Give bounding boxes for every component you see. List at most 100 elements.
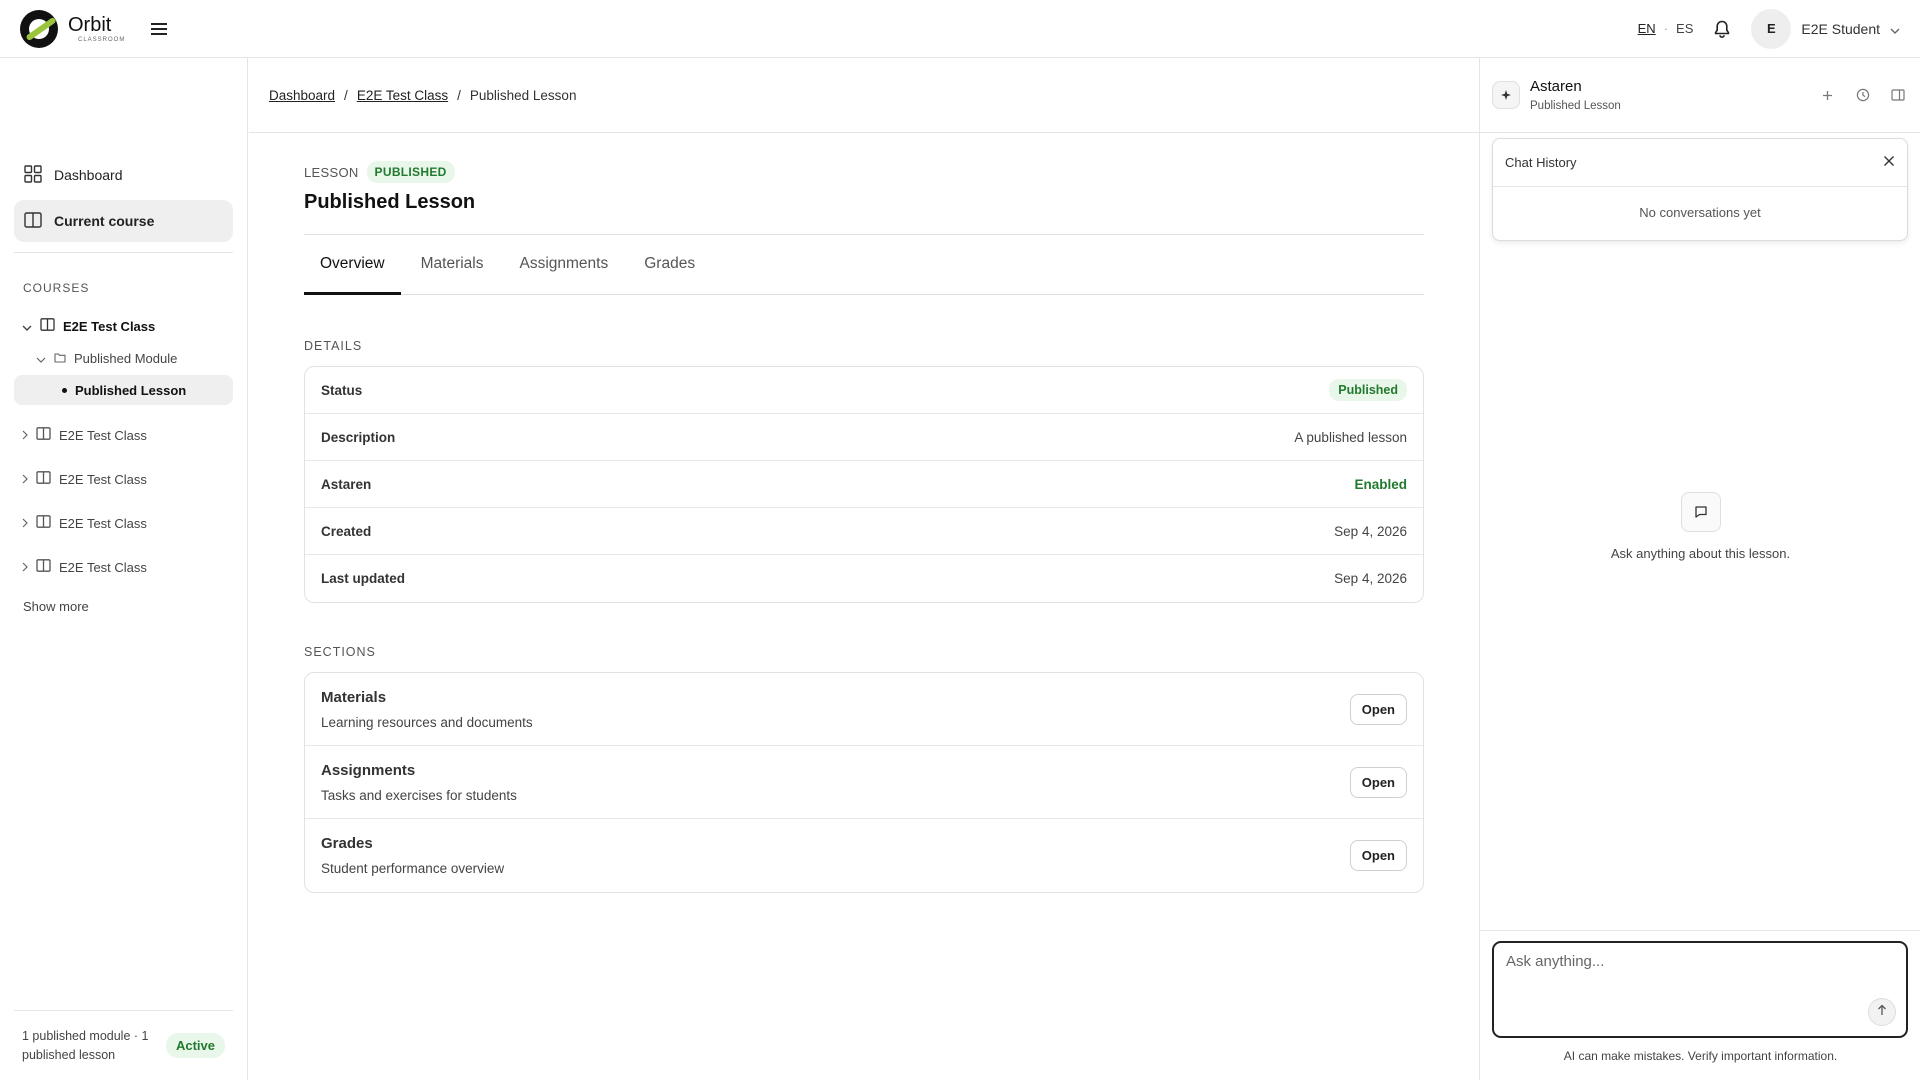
course-tree-item-open[interactable]: E2E Test Class (14, 309, 233, 343)
details-heading: DETAILS (304, 339, 363, 353)
sections-card: Materials Learning resources and documen… (304, 672, 1424, 893)
assistant-empty-prompt: Ask anything about this lesson. (1610, 546, 1791, 561)
course-tree-item[interactable]: E2E Test Class (14, 413, 233, 457)
status-badge: PUBLISHED (366, 161, 455, 183)
chat-history-title: Chat History (1505, 155, 1577, 170)
brand-text: Orbit CLASSROOM (68, 15, 125, 43)
detail-row-status: Status Published (305, 367, 1423, 414)
chat-bubble-icon (1680, 492, 1721, 532)
book-icon (36, 559, 51, 575)
book-icon (36, 427, 51, 443)
tab-assignments[interactable]: Assignments (504, 255, 625, 295)
tab-overview[interactable]: Overview (304, 255, 401, 295)
sidebar-divider (14, 252, 233, 253)
user-name: E2E Student (1801, 20, 1880, 37)
chevron-down-icon[interactable] (22, 319, 32, 334)
user-menu[interactable]: E E2E Student (1751, 8, 1900, 49)
lesson-tabs: Overview Materials Assignments Grades (304, 255, 1424, 295)
history-icon[interactable] (1852, 85, 1873, 106)
sections-heading: SECTIONS (304, 645, 376, 659)
assistant-titles: Astaren Published Lesson (1530, 78, 1621, 112)
section-row-grades: Grades Student performance overview Open (305, 819, 1423, 892)
sparkle-icon (1492, 81, 1520, 109)
lesson-name: Published Lesson (75, 382, 187, 398)
detail-key: Astaren (321, 476, 372, 492)
sidebar-item-label: Current course (54, 213, 155, 229)
close-icon[interactable] (1883, 155, 1895, 170)
tab-grades[interactable]: Grades (628, 255, 711, 295)
chat-input[interactable] (1494, 943, 1906, 1036)
chevron-right-icon[interactable] (22, 560, 28, 575)
send-button[interactable] (1868, 998, 1896, 1026)
page-title: Published Lesson (304, 191, 476, 213)
book-icon (40, 318, 55, 334)
module-tree-item[interactable]: Published Module (14, 343, 233, 373)
hamburger-menu-icon[interactable] (147, 17, 171, 41)
main-content: Dashboard / E2E Test Class / Published L… (249, 58, 1479, 1080)
breadcrumb-course[interactable]: E2E Test Class (357, 88, 448, 103)
tab-materials[interactable]: Materials (405, 255, 500, 295)
brand-name: Orbit (68, 13, 112, 36)
dashboard-grid-icon (24, 164, 42, 186)
chevron-right-icon[interactable] (22, 428, 28, 443)
assistant-empty-state: Ask anything about this lesson. (1480, 492, 1920, 561)
detail-row-created: Created Sep 4, 2026 (305, 508, 1423, 555)
breadcrumb-separator: / (457, 87, 461, 103)
courses-heading: COURSES (23, 281, 90, 295)
section-description: Learning resources and documents (321, 714, 533, 730)
plus-icon[interactable] (1817, 85, 1838, 106)
section-description: Student performance overview (321, 861, 505, 876)
course-name: E2E Test Class (59, 559, 147, 575)
bell-icon[interactable] (1711, 18, 1733, 40)
top-bar: Orbit CLASSROOM EN · ES E E2E Student (0, 0, 1920, 58)
detail-key: Status (321, 382, 363, 398)
chevron-down-icon (1890, 21, 1900, 37)
sidebar-item-dashboard[interactable]: Dashboard (14, 154, 233, 196)
lesson-content: LESSON PUBLISHED Published Lesson Overvi… (249, 133, 1424, 893)
detail-key: Created (321, 523, 372, 539)
breadcrumb-current: Published Lesson (469, 87, 577, 103)
book-icon (36, 471, 51, 487)
course-summary: 1 published module · 1 published lesson (22, 1028, 149, 1062)
open-grades-button[interactable]: Open (1349, 840, 1407, 871)
lang-es[interactable]: ES (1676, 21, 1693, 36)
breadcrumb: Dashboard / E2E Test Class / Published L… (249, 58, 1479, 133)
assistant-context: Published Lesson (1530, 100, 1621, 112)
chevron-right-icon[interactable] (22, 472, 28, 487)
arrow-up-icon (1877, 1003, 1887, 1021)
section-text: Materials Learning resources and documen… (321, 689, 533, 730)
lesson-tree-item[interactable]: Published Lesson (14, 375, 233, 405)
sidebar-item-current-course[interactable]: Current course (14, 200, 233, 242)
panel-layout-icon[interactable] (1887, 85, 1908, 106)
chat-history-header: Chat History (1493, 139, 1907, 187)
lesson-kicker-row: LESSON PUBLISHED (304, 161, 1424, 183)
section-title: Grades (321, 835, 373, 852)
open-assignments-button[interactable]: Open (1349, 766, 1407, 798)
chevron-down-icon[interactable] (36, 351, 46, 366)
brand-logo[interactable]: Orbit CLASSROOM (20, 9, 125, 48)
show-more-link[interactable]: Show more (14, 599, 233, 614)
detail-key: Last updated (321, 571, 406, 586)
assistant-name: Astaren (1530, 78, 1582, 95)
sidebar: Dashboard Current course COURSES E2E Tes… (0, 58, 248, 1080)
breadcrumb-dashboard[interactable]: Dashboard (269, 88, 335, 103)
brand-sub: CLASSROOM (78, 36, 126, 43)
top-right-controls: EN · ES E E2E Student (1638, 8, 1900, 49)
section-description: Tasks and exercises for students (321, 787, 517, 803)
course-name: E2E Test Class (59, 515, 147, 531)
sidebar-item-label: Dashboard (54, 167, 123, 183)
lang-en[interactable]: EN (1638, 21, 1656, 36)
assistant-actions (1817, 85, 1908, 106)
course-tree-item[interactable]: E2E Test Class (14, 501, 233, 545)
chevron-right-icon[interactable] (22, 516, 28, 531)
detail-row-last-updated: Last updated Sep 4, 2026 (305, 555, 1423, 602)
avatar: E (1751, 8, 1792, 49)
orbit-logo-icon (20, 9, 58, 48)
course-tree-item[interactable]: E2E Test Class (14, 457, 233, 501)
course-tree-item[interactable]: E2E Test Class (14, 545, 233, 589)
detail-key: Description (321, 429, 396, 445)
lesson-kicker: LESSON (304, 164, 359, 180)
section-text: Grades Student performance overview (321, 835, 504, 876)
breadcrumb-separator: / (344, 87, 348, 103)
open-materials-button[interactable]: Open (1349, 693, 1407, 725)
